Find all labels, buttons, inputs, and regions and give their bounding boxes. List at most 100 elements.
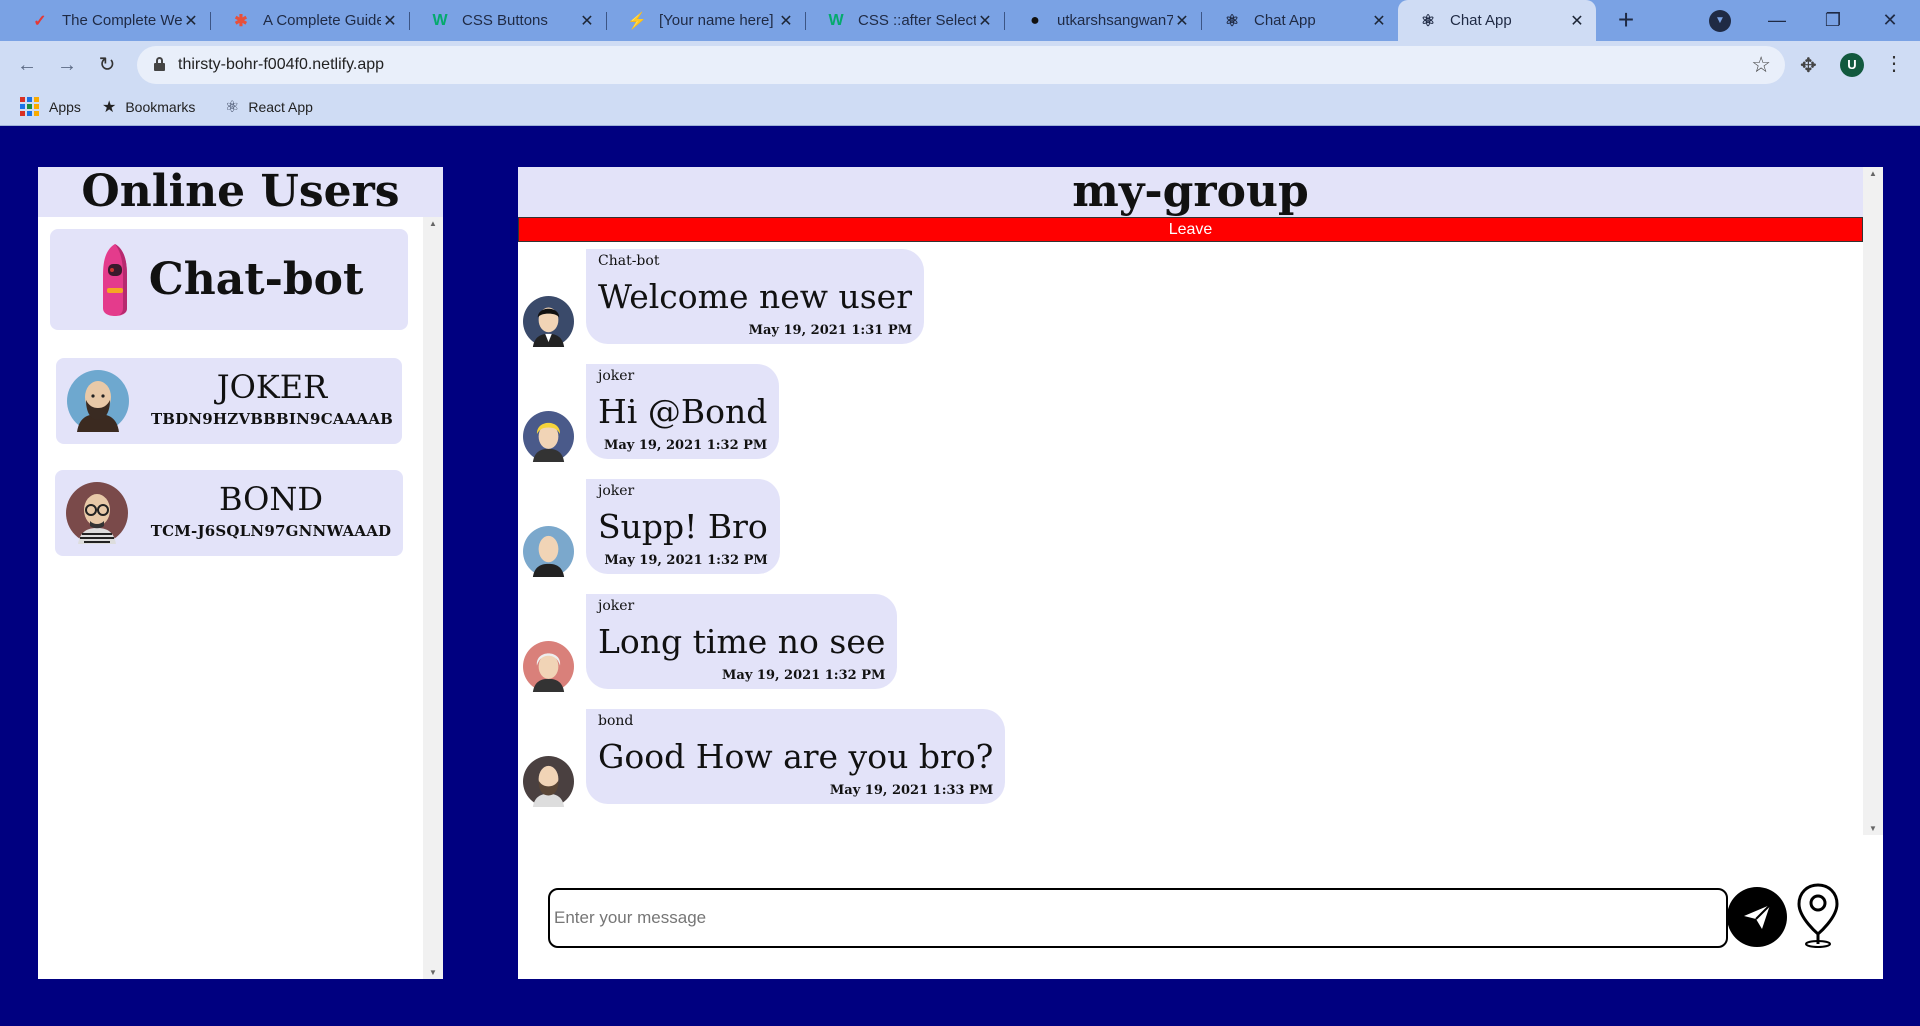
w3schools-icon: W bbox=[828, 11, 844, 29]
react-icon: ⚛ bbox=[1420, 12, 1436, 30]
tab-title: CSS Buttons bbox=[462, 12, 548, 29]
new-tab-button[interactable]: + bbox=[1611, 6, 1641, 36]
message-text: Good How are you bro? bbox=[598, 737, 994, 776]
extensions-puzzle-icon[interactable]: ✥ bbox=[1800, 53, 1817, 78]
bookmark-label: React App bbox=[248, 99, 313, 115]
tab-title: The Complete We bbox=[62, 12, 182, 29]
user-card-bond[interactable]: BOND TCM-J6SQLN97GNNWAAAD bbox=[55, 470, 403, 556]
close-icon[interactable]: ✕ bbox=[1568, 11, 1586, 31]
tab-title: [Your name here] bbox=[659, 12, 774, 29]
user-id: TCM-J6SQLN97GNNWAAAD bbox=[150, 522, 392, 540]
scroll-down-arrow-icon[interactable]: ▼ bbox=[1863, 824, 1883, 833]
browser-tab[interactable]: ✓ The Complete We ✕ bbox=[10, 0, 210, 41]
lightning-icon: ⚡ bbox=[627, 12, 647, 30]
w3schools-icon: W bbox=[432, 11, 448, 29]
bearded-man-avatar bbox=[523, 756, 574, 807]
message-sender: Chat-bot bbox=[598, 253, 660, 269]
room-title: my-group bbox=[518, 167, 1863, 217]
close-icon[interactable]: ✕ bbox=[578, 11, 596, 31]
chat-panel: my-group Leave Chat-bot Welcome new user… bbox=[518, 167, 1883, 979]
bald-man-avatar bbox=[523, 526, 574, 577]
message-list: Chat-bot Welcome new user May 19, 2021 1… bbox=[518, 242, 1863, 842]
address-bar[interactable]: thirsty-bohr-f004f0.netlify.app ☆ bbox=[137, 46, 1785, 84]
close-icon[interactable]: ✕ bbox=[381, 11, 399, 31]
tab-title: Chat App bbox=[1450, 12, 1512, 29]
red-swoosh-icon: ✓ bbox=[33, 12, 47, 30]
user-card-joker[interactable]: JOKER TBDN9HZVBBBIN9CAAAAB bbox=[56, 358, 402, 444]
bookmark-bookmarks[interactable]: ★ Bookmarks bbox=[102, 97, 195, 117]
message-bubble: joker Supp! Bro May 19, 2021 1:32 PM bbox=[586, 479, 780, 574]
chat-bot-card[interactable]: Chat-bot bbox=[50, 229, 408, 330]
close-icon[interactable]: ✕ bbox=[976, 11, 994, 31]
close-window-button[interactable]: ✕ bbox=[1870, 2, 1910, 38]
message-text: Supp! Bro bbox=[598, 507, 768, 546]
online-users-list: Chat-bot JOKER TBDN9HZVBBBIN9CAAAAB BOND… bbox=[38, 217, 423, 979]
forward-button[interactable]: → bbox=[53, 51, 81, 79]
message-bubble: joker Hi @Bond May 19, 2021 1:32 PM bbox=[586, 364, 780, 459]
url-text[interactable]: thirsty-bohr-f004f0.netlify.app bbox=[178, 46, 384, 84]
online-users-title: Online Users bbox=[38, 167, 443, 217]
users-scrollbar[interactable]: ▲ ▼ bbox=[423, 217, 443, 979]
apps-grid-icon bbox=[20, 97, 39, 116]
bookmark-label: Bookmarks bbox=[125, 99, 196, 115]
minimize-button[interactable]: — bbox=[1757, 2, 1797, 38]
close-icon[interactable]: ✕ bbox=[1173, 11, 1191, 31]
scroll-down-arrow-icon[interactable]: ▼ bbox=[423, 968, 443, 977]
tab-title: utkarshsangwan7 bbox=[1057, 12, 1173, 29]
bookmark-react-app[interactable]: ⚛ React App bbox=[225, 97, 313, 117]
browser-tab[interactable]: W CSS Buttons ✕ bbox=[410, 0, 606, 41]
bookmark-label: Apps bbox=[49, 98, 81, 115]
browser-tab[interactable]: ⚛ Chat App ✕ bbox=[1202, 0, 1398, 41]
browser-tab-active[interactable]: ⚛ Chat App ✕ bbox=[1398, 0, 1596, 41]
profile-avatar[interactable]: U bbox=[1840, 53, 1864, 77]
browser-tab[interactable]: W CSS ::after Selecto ✕ bbox=[806, 0, 1004, 41]
message-bubble: joker Long time no see May 19, 2021 1:32… bbox=[586, 594, 898, 689]
message-input[interactable] bbox=[548, 888, 1728, 948]
bookmarks-bar: Apps ★ Bookmarks ⚛ React App bbox=[0, 88, 1920, 126]
message-sender: joker bbox=[598, 598, 635, 614]
message-text: Long time no see bbox=[598, 622, 886, 661]
message-sender: joker bbox=[598, 483, 635, 499]
message-time: May 19, 2021 1:32 PM bbox=[603, 438, 768, 453]
react-icon: ⚛ bbox=[1224, 12, 1240, 30]
reload-button[interactable]: ↻ bbox=[93, 51, 121, 79]
bookmark-apps[interactable]: Apps bbox=[20, 97, 81, 116]
back-button[interactable]: ← bbox=[13, 51, 41, 79]
blonde-man-avatar bbox=[523, 411, 574, 462]
scroll-up-arrow-icon[interactable]: ▲ bbox=[423, 219, 443, 228]
dark-hair-man-avatar bbox=[523, 296, 574, 347]
send-button[interactable] bbox=[1727, 887, 1787, 947]
chat-bot-name: Chat-bot bbox=[148, 254, 364, 305]
github-icon: ● bbox=[1030, 11, 1040, 29]
browser-tab[interactable]: ● utkarshsangwan7 ✕ bbox=[1005, 0, 1201, 41]
tab-title: CSS ::after Selecto bbox=[858, 12, 976, 29]
browser-toolbar: ← → ↻ thirsty-bohr-f004f0.netlify.app ☆ … bbox=[0, 41, 1920, 88]
tab-title: A Complete Guide bbox=[263, 12, 381, 29]
asterisk-icon: ✱ bbox=[234, 12, 248, 30]
message-bubble: bond Good How are you bro? May 19, 2021 … bbox=[586, 709, 1006, 804]
bookmark-star-icon[interactable]: ☆ bbox=[1751, 52, 1771, 78]
glasses-bald-man-avatar bbox=[66, 482, 128, 544]
browser-tab-strip: ✓ The Complete We ✕ ✱ A Complete Guide ✕… bbox=[0, 0, 1920, 41]
online-users-panel: Online Users Chat-bot JOKER TBDN9HZVBBBI… bbox=[38, 167, 443, 979]
browser-tab[interactable]: ⚡ [Your name here] ✕ bbox=[607, 0, 805, 41]
close-icon[interactable]: ✕ bbox=[777, 11, 795, 31]
scroll-up-arrow-icon[interactable]: ▲ bbox=[1863, 169, 1883, 178]
lock-icon[interactable] bbox=[154, 57, 165, 71]
close-icon[interactable]: ✕ bbox=[1370, 11, 1388, 31]
bald-bearded-man-avatar bbox=[67, 370, 129, 432]
close-icon[interactable]: ✕ bbox=[182, 11, 200, 31]
chat-scrollbar[interactable]: ▲ ▼ bbox=[1863, 167, 1883, 835]
message-time: May 19, 2021 1:33 PM bbox=[829, 783, 994, 798]
react-icon: ⚛ bbox=[225, 99, 240, 116]
browser-menu-icon[interactable]: ⋮ bbox=[1884, 51, 1904, 76]
message-text: Welcome new user bbox=[598, 277, 912, 316]
leave-button[interactable]: Leave bbox=[518, 217, 1863, 242]
message-sender: bond bbox=[598, 713, 634, 729]
tab-search-icon[interactable]: ▼ bbox=[1709, 10, 1731, 32]
restore-button[interactable]: ❐ bbox=[1813, 2, 1853, 38]
user-id: TBDN9HZVBBBIN9CAAAAB bbox=[150, 410, 394, 428]
message-time: May 19, 2021 1:32 PM bbox=[722, 668, 886, 683]
browser-tab[interactable]: ✱ A Complete Guide ✕ bbox=[211, 0, 409, 41]
location-button[interactable] bbox=[1795, 882, 1841, 948]
